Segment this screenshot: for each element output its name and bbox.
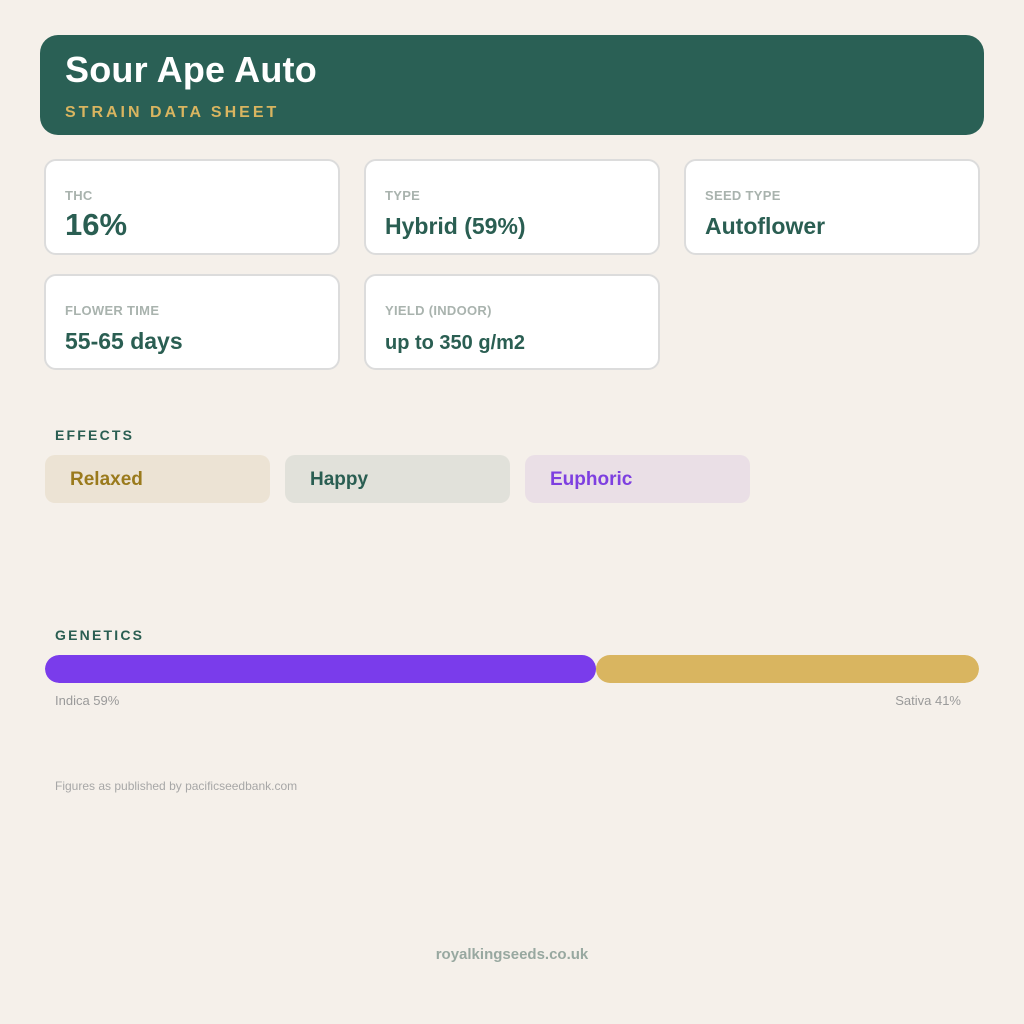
effects-heading: EFFECTS bbox=[55, 427, 135, 443]
effect-chip: Relaxed bbox=[45, 455, 270, 503]
genetics-heading: GENETICS bbox=[55, 627, 145, 643]
stat-label: FLOWER TIME bbox=[65, 303, 160, 318]
page-subtitle: STRAIN DATA SHEET bbox=[65, 104, 280, 121]
indica-label: Indica 59% bbox=[55, 693, 120, 708]
effect-chip: Euphoric bbox=[525, 455, 750, 503]
effect-chip-label: Euphoric bbox=[550, 469, 633, 490]
genetics-bar-sativa bbox=[596, 655, 979, 683]
stat-label: YIELD (INDOOR) bbox=[385, 303, 492, 318]
stat-card-thc: THC 16% bbox=[44, 159, 340, 255]
stat-value: Hybrid (59%) bbox=[385, 213, 526, 239]
stat-value: Autoflower bbox=[705, 213, 826, 239]
stat-card-yield: YIELD (INDOOR) up to 350 g/m2 bbox=[364, 274, 660, 370]
source-note: Figures as published by pacificseedbank.… bbox=[55, 779, 298, 793]
effect-chip-label: Relaxed bbox=[70, 469, 143, 490]
page-title: Sour Ape Auto bbox=[65, 49, 317, 90]
stat-card-type: TYPE Hybrid (59%) bbox=[364, 159, 660, 255]
stat-label: TYPE bbox=[385, 188, 421, 203]
genetics-bar-indica bbox=[45, 655, 597, 683]
stat-card-flower-time: FLOWER TIME 55-65 days bbox=[44, 274, 340, 370]
stat-value: 16% bbox=[65, 207, 128, 242]
stat-value: 55-65 days bbox=[65, 328, 183, 354]
stat-label: SEED TYPE bbox=[705, 188, 781, 203]
genetics-bar bbox=[45, 655, 979, 683]
sativa-label: Sativa 41% bbox=[895, 693, 961, 708]
stat-card-seed-type: SEED TYPE Autoflower bbox=[684, 159, 980, 255]
stat-label: THC bbox=[65, 188, 93, 203]
effect-chip-label: Happy bbox=[310, 469, 369, 490]
footer-site: royalkingseeds.co.uk bbox=[435, 946, 589, 963]
stat-value: up to 350 g/m2 bbox=[385, 332, 526, 354]
header-banner: Sour Ape Auto STRAIN DATA SHEET bbox=[40, 35, 984, 135]
effect-chip: Happy bbox=[285, 455, 510, 503]
